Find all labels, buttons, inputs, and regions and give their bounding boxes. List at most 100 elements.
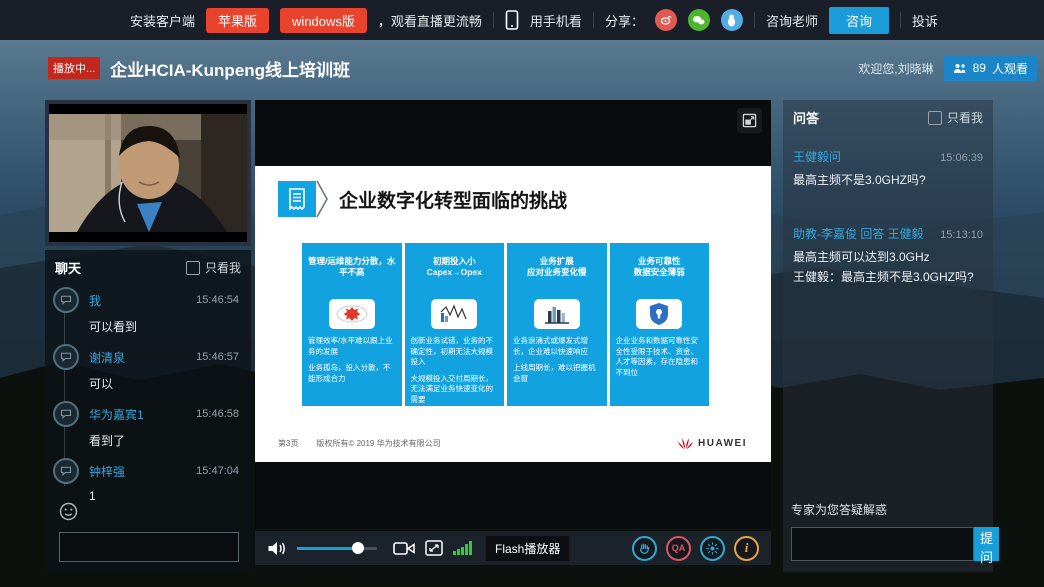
header-row: 播放中... 企业HCIA-Kunpeng线上培训班 欢迎您,刘晓琳 89 人观… xyxy=(0,40,1044,96)
settings-icon[interactable] xyxy=(700,536,725,561)
chat-bubble-avatar-icon xyxy=(53,401,79,427)
qa-message-list[interactable]: 王健毅问 15:06:39 最高主频不是3.0GHZ吗? 助教-李嘉俊 回答 王… xyxy=(783,133,993,287)
slide-page-number: 第3页 xyxy=(278,438,298,449)
viewer-suffix: 人观看 xyxy=(992,60,1028,77)
chat-message: 谢清泉 15:46:57 可以 xyxy=(53,344,241,392)
card-body-text: 大规模投入交付周期长，无法满足业务快速变化的需要 xyxy=(411,374,499,406)
consult-button[interactable]: 咨询 xyxy=(829,7,889,34)
chat-input[interactable] xyxy=(59,532,239,562)
people-icon xyxy=(953,63,967,74)
chat-only-me-filter[interactable]: 只看我 xyxy=(186,259,241,276)
surge-buildings-icon xyxy=(534,299,580,329)
chat-bubble-avatar-icon xyxy=(53,287,79,313)
fit-screen-icon[interactable] xyxy=(425,540,443,556)
huawei-logo-text: HUAWEI xyxy=(698,438,747,449)
volume-icon[interactable] xyxy=(267,540,287,557)
card-body-text: 业务浪涌式或爆发式增长，企业难以快速响应 xyxy=(513,336,601,357)
page-title: 企业HCIA-Kunpeng线上培训班 xyxy=(110,56,350,81)
player-controls: Flash播放器 QA i xyxy=(255,531,771,565)
wechat-share-icon[interactable] xyxy=(688,9,710,31)
divider xyxy=(493,12,494,28)
volume-slider[interactable] xyxy=(297,547,377,550)
card-header: 初期投入小 Capex→Opex xyxy=(405,243,505,289)
chat-sender-name: 谢清泉 xyxy=(89,349,196,366)
slide-footer: 第3页 版权所有© 2019 华为技术有限公司 HUAWEI xyxy=(278,437,747,450)
qa-title: 问答 xyxy=(793,108,819,127)
scattered-management-icon xyxy=(329,299,375,329)
qa-message: 助教-李嘉俊 回答 王健毅 15:13:10 最高主频可以达到3.0GHz 王健… xyxy=(793,225,983,287)
info-icon[interactable]: i xyxy=(734,536,759,561)
qa-timestamp: 15:06:39 xyxy=(940,152,983,164)
raise-hand-icon[interactable] xyxy=(632,536,657,561)
divider xyxy=(754,12,755,28)
chat-message-text: 可以 xyxy=(89,375,241,392)
qa-panel: 问答 只看我 王健毅问 15:06:39 最高主频不是3.0GHZ吗? 助教-李… xyxy=(783,100,993,572)
weibo-share-icon[interactable] xyxy=(655,9,677,31)
complaint-link[interactable]: 投诉 xyxy=(912,11,938,30)
smooth-hint-label: ，观看直播更流畅 xyxy=(378,11,482,30)
chat-message: 华为嘉宾1 15:46:58 看到了 xyxy=(53,401,241,449)
chat-message-text: 可以看到 xyxy=(89,318,241,335)
challenge-card-4: 业务可靠性 数据安全薄弱 企业业务和数据可靠性安全性受限于技术、资金、人才等因素… xyxy=(610,243,710,406)
chat-message-list[interactable]: 我 15:46:54 可以看到 谢清泉 15:46:57 可以 华为嘉宾1 15… xyxy=(45,283,251,502)
card-body-text: 管理效率/水平难以跟上业务的发展 xyxy=(308,336,396,357)
welcome-user-label: 欢迎您,刘晓琳 xyxy=(858,60,933,77)
chat-only-me-checkbox[interactable] xyxy=(186,261,200,275)
top-bar: 安装客户端 苹果版 windows版 ，观看直播更流畅 用手机看 分享： 咨询老… xyxy=(0,0,1044,40)
qa-message-text: 最高主频可以达到3.0GHz xyxy=(793,248,983,267)
qa-question-input[interactable] xyxy=(791,527,974,561)
ask-question-button[interactable]: 提问 xyxy=(974,527,999,561)
challenge-card-2: 初期投入小 Capex→Opex 创新业务试错，业务的不确定性，初期无法大规模投… xyxy=(405,243,505,406)
qa-sender-name: 助教-李嘉俊 回答 王健毅 xyxy=(793,225,924,242)
apple-version-button[interactable]: 苹果版 xyxy=(206,8,269,33)
viewer-count: 89 xyxy=(973,61,986,75)
playing-status-badge: 播放中... xyxy=(48,57,100,79)
chat-message: 我 15:46:54 可以看到 xyxy=(53,287,241,335)
qa-only-me-checkbox[interactable] xyxy=(928,111,942,125)
challenge-cards: 管理/运维能力分散，水平不高 管理效率/水平难以跟上业务的发展 业务孤岛，投入分… xyxy=(302,243,709,406)
slide-player[interactable]: 企业数字化转型面临的挑战 管理/运维能力分散，水平不高 管理效率/水平难以跟上业… xyxy=(255,100,771,529)
card-body-text: 上线周期长，难以把握机会窗 xyxy=(513,363,601,384)
chat-title: 聊天 xyxy=(55,258,81,277)
webcam-frame xyxy=(49,104,247,242)
flash-player-label: Flash播放器 xyxy=(486,536,569,561)
chat-message: 钟梓强 15:47:04 1 xyxy=(53,458,241,502)
qa-message-text: 最高主频不是3.0GHZ吗? xyxy=(793,171,983,190)
slide-title: 企业数字化转型面临的挑战 xyxy=(339,186,567,213)
challenge-card-3: 业务扩展 应对业务变化慢 业务浪涌式或爆发式增长，企业难以快速响应 上线周期长，… xyxy=(507,243,607,406)
qa-only-me-filter[interactable]: 只看我 xyxy=(928,109,983,126)
security-shield-icon xyxy=(636,299,682,329)
chat-timestamp: 15:46:54 xyxy=(196,294,239,306)
chat-sender-name: 钟梓强 xyxy=(89,463,196,480)
chat-sender-name: 我 xyxy=(89,292,196,309)
volume-slider-fill xyxy=(297,547,357,550)
qa-only-me-label: 只看我 xyxy=(947,109,983,126)
viewer-count-badge: 89 人观看 xyxy=(944,56,1037,81)
chevron-right-icon xyxy=(316,180,329,218)
phone-icon xyxy=(505,10,519,30)
chat-only-me-label: 只看我 xyxy=(205,259,241,276)
chat-panel: 聊天 只看我 我 15:46:54 可以看到 谢清泉 15:46 xyxy=(45,250,251,572)
qa-ask-hint: 专家为您答疑解惑 xyxy=(791,501,982,518)
chat-timestamp: 15:46:58 xyxy=(196,408,239,420)
qa-message-text: 王健毅：最高主频不是3.0GHZ吗? xyxy=(793,268,983,287)
huawei-flower-icon xyxy=(677,437,694,450)
chat-bubble-avatar-icon xyxy=(53,344,79,370)
qa-timestamp: 15:13:10 xyxy=(940,229,983,241)
huawei-logo: HUAWEI xyxy=(677,437,747,450)
camera-icon[interactable] xyxy=(393,541,415,556)
consult-teacher-label: 咨询老师 xyxy=(766,11,818,30)
qa-mode-icon[interactable]: QA xyxy=(666,536,691,561)
chat-message-text: 看到了 xyxy=(89,432,241,449)
presenter-webcam-video[interactable] xyxy=(45,100,251,246)
divider xyxy=(900,12,901,28)
watch-on-mobile-label[interactable]: 用手机看 xyxy=(530,11,582,30)
cost-trend-chart-icon xyxy=(431,299,477,329)
slide-document-icon xyxy=(278,181,316,217)
volume-slider-knob[interactable] xyxy=(352,542,364,554)
swap-screen-icon[interactable] xyxy=(737,108,762,133)
qq-share-icon[interactable] xyxy=(721,9,743,31)
emoji-icon[interactable] xyxy=(59,502,78,526)
chat-timestamp: 15:46:57 xyxy=(196,351,239,363)
windows-version-button[interactable]: windows版 xyxy=(280,8,367,33)
